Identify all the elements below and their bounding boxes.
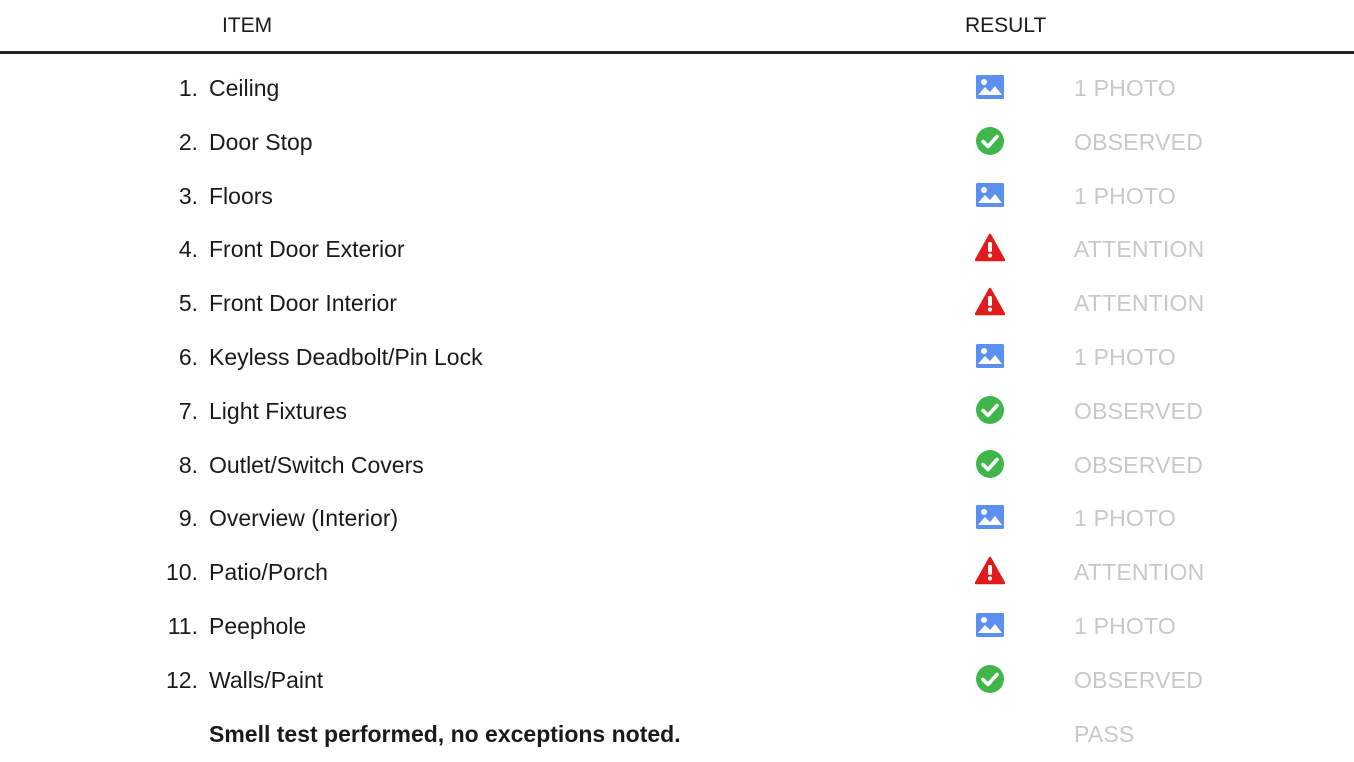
row-result: ATTENTION [1074,236,1205,263]
row-label: Keyless Deadbolt/Pin Lock [209,343,483,370]
row-number: 10. [166,559,198,586]
warning-icon [974,233,1006,263]
row-label: Walls/Paint [209,666,324,693]
row-number: 9. [178,505,198,532]
row-result: OBSERVED [1074,128,1203,155]
item-column-header: ITEM [222,14,273,37]
row-label: Peephole [209,612,307,639]
row-label: Front Door Interior [209,290,397,317]
row-result: OBSERVED [1074,451,1203,478]
warning-icon [974,556,1006,586]
row-number: 6. [178,343,198,370]
table-row: 9. Overview (Interior) 1 PHOTO [0,493,1354,547]
summary-result: PASS [1074,720,1135,747]
row-label: Patio/Porch [209,559,328,586]
summary-label: Smell test performed, no exceptions note… [209,720,681,747]
photo-icon[interactable] [975,72,1005,102]
photo-icon[interactable] [975,180,1005,210]
row-number: 11. [167,612,198,639]
header-divider [0,51,1354,54]
row-label: Door Stop [209,128,313,155]
row-number: 1. [178,75,198,101]
row-result: ATTENTION [1074,290,1205,317]
row-result[interactable]: 1 PHOTO [1074,75,1176,102]
table-row: 2. Door Stop OBSERVED [0,117,1354,171]
row-label: Ceiling [209,75,280,101]
row-number: 4. [178,236,198,263]
table-row: 11. Peephole 1 PHOTO [0,601,1354,655]
summary-row: Smell test performed, no exceptions note… [0,709,1354,762]
row-result: OBSERVED [1074,397,1203,424]
row-label: Light Fixtures [209,397,348,424]
table-row: 12. Walls/Paint OBSERVED [0,655,1354,709]
table-row: 10. Patio/Porch ATTENTION [0,547,1354,601]
row-label: Overview (Interior) [209,505,399,532]
photo-icon[interactable] [975,610,1005,640]
row-label: Outlet/Switch Covers [209,451,424,478]
check-icon [975,126,1005,156]
row-result[interactable]: 1 PHOTO [1074,505,1176,532]
row-result[interactable]: 1 PHOTO [1074,613,1176,640]
table-header: ITEM RESULT [0,0,1354,54]
row-result: OBSERVED [1074,666,1203,693]
row-label: Front Door Exterior [209,236,405,263]
row-number: 5. [178,290,198,317]
table-row: 5. Front Door Interior ATTENTION [0,278,1354,332]
table-row: 8. Outlet/Switch Covers OBSERVED [0,440,1354,494]
row-result[interactable]: 1 PHOTO [1074,344,1176,371]
table-row: 1. Ceiling 1 PHOTO [0,63,1354,117]
table-row: 6. Keyless Deadbolt/Pin Lock 1 PHOTO [0,332,1354,386]
inspection-list: 1. Ceiling 1 PHOTO 2. Door Stop OBSERVED 3. Flo… [0,63,1354,762]
table-row: 3. Floors 1 PHOTO [0,171,1354,225]
table-row: 7. Light Fixtures OBSERVED [0,386,1354,440]
row-number: 2. [178,128,198,155]
row-number: 12. [166,666,198,693]
check-icon [975,664,1005,694]
warning-icon [974,287,1006,317]
photo-icon[interactable] [975,502,1005,532]
row-result[interactable]: 1 PHOTO [1074,183,1176,210]
check-icon [975,395,1005,425]
result-column-header: RESULT [965,14,1047,37]
photo-icon[interactable] [975,341,1005,371]
row-label: Floors [209,182,273,209]
row-number: 8. [178,451,198,478]
row-number: 7. [178,397,198,424]
check-icon [975,449,1005,479]
table-row: 4. Front Door Exterior ATTENTION [0,224,1354,278]
row-number: 3. [178,182,198,209]
row-result: ATTENTION [1074,559,1205,586]
